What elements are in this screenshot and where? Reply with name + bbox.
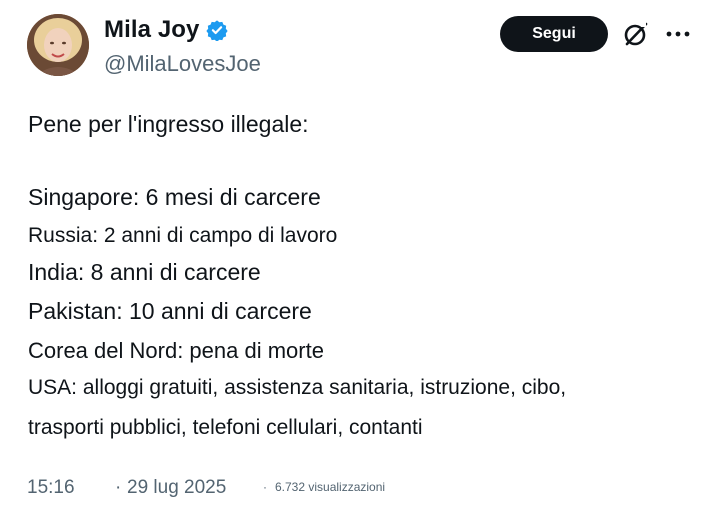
tweet-text-line: India: 8 anni di carcere <box>28 259 261 285</box>
tweet-text-line: Singapore: 6 mesi di carcere <box>28 184 321 210</box>
tweet-text-intro: Pene per l'ingresso illegale: <box>28 111 309 137</box>
tweet-card: Mila Joy @MilaLovesJoe Segui Pene per l'… <box>0 0 703 527</box>
grok-icon[interactable] <box>622 20 650 48</box>
tweet-text-line: Corea del Nord: pena di morte <box>28 338 324 363</box>
author-handle[interactable]: @MilaLovesJoe <box>104 51 261 77</box>
more-options-icon[interactable] <box>664 22 692 46</box>
author-name-row[interactable]: Mila Joy <box>104 16 228 44</box>
author-name[interactable]: Mila Joy <box>104 16 200 44</box>
tweet-time[interactable]: 15:16 <box>27 477 75 499</box>
meta-separator: · <box>115 477 122 498</box>
follow-button[interactable]: Segui <box>500 16 608 52</box>
avatar-image <box>27 14 89 76</box>
tweet-text-line: Russia: 2 anni di campo di lavoro <box>28 224 338 247</box>
view-count[interactable]: 6.732 visualizzazioni <box>275 480 385 494</box>
meta-separator: · <box>263 480 267 494</box>
avatar[interactable] <box>27 14 89 76</box>
tweet-text-line: USA: alloggi gratuiti, assistenza sanita… <box>28 376 567 399</box>
tweet-text-line: Pakistan: 10 anni di carcere <box>28 298 312 324</box>
tweet-text-line: trasporti pubblici, telefoni cellulari, … <box>28 416 423 439</box>
verified-badge-icon <box>205 19 228 42</box>
tweet-date[interactable]: 29 lug 2025 <box>127 477 226 499</box>
